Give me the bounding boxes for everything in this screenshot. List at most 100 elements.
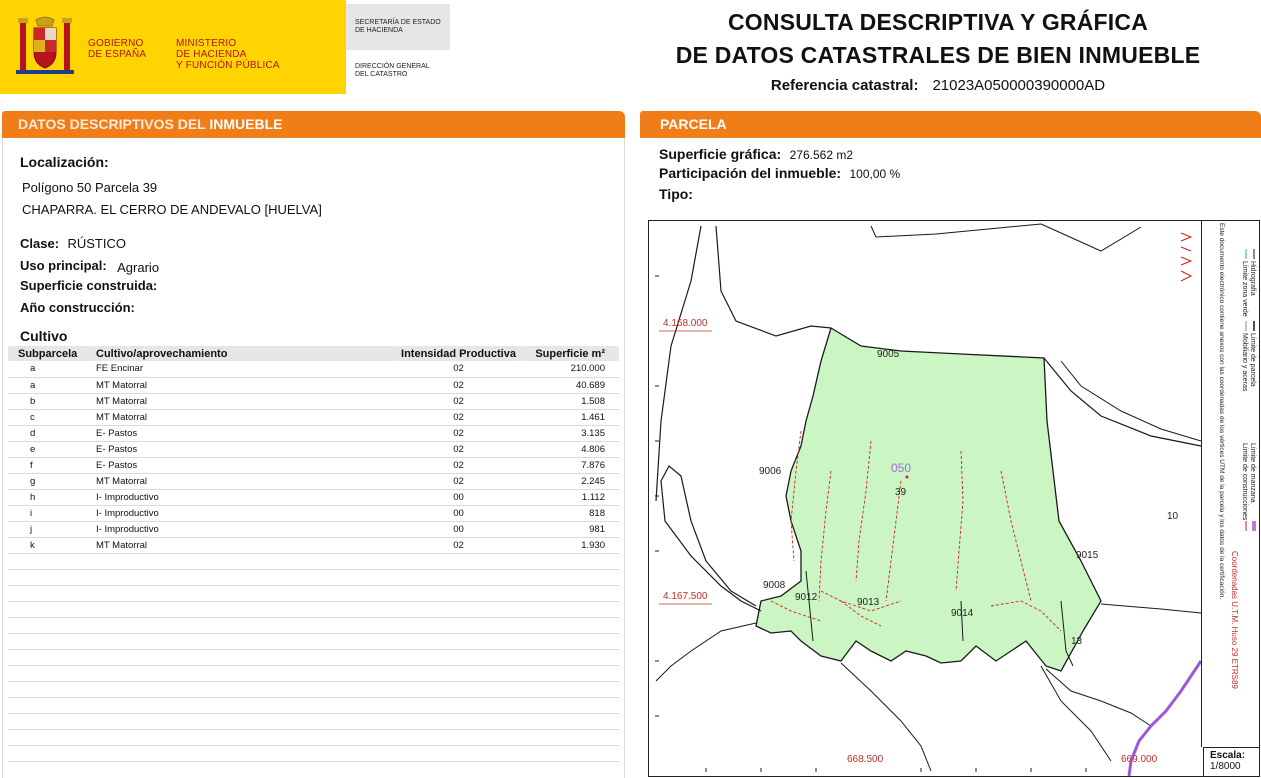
cell-cultivo: MT Matorral <box>96 409 396 426</box>
cultivo-label: Cultivo <box>20 328 68 344</box>
empty-table-row <box>8 729 619 746</box>
ref-label: Referencia catastral: <box>770 77 919 94</box>
cell-intensidad: 02 <box>396 457 521 474</box>
uso-row: Uso principal: Agrario <box>20 258 160 275</box>
cell-cultivo: MT Matorral <box>96 473 396 490</box>
cell-intensidad: 00 <box>396 505 521 522</box>
empty-table-row <box>8 601 619 618</box>
table-row: i I- Improductivo 00 818 <box>8 505 619 522</box>
cell-intensidad: 02 <box>396 537 521 554</box>
section-bar-datos: DATOS DESCRIPTIVOS DEL INMUEBLE <box>2 111 625 138</box>
coord-x2: 669.000 <box>1121 754 1158 765</box>
cell-subparcela: f <box>8 457 96 474</box>
cell-intensidad: 02 <box>396 393 521 410</box>
cell-cultivo: MT Matorral <box>96 377 396 394</box>
col-superficie: Superficie m² <box>521 346 619 361</box>
empty-table-row <box>8 569 619 586</box>
cell-cultivo: E- Pastos <box>96 441 396 458</box>
localizacion-line1: Polígono 50 Parcela 39 <box>22 180 158 195</box>
tipo-label: Tipo: <box>659 186 693 202</box>
table-row: a MT Matorral 02 40.689 <box>8 377 619 394</box>
label-13: 13 <box>1071 636 1083 647</box>
coat-of-arms-icon <box>16 16 74 74</box>
map-drawing: 4.168.000 4.167.500 668.500 669.000 9005… <box>655 223 1203 777</box>
cell-intensidad: 00 <box>396 521 521 538</box>
ministerio-text: MINISTERIO DE HACIENDA Y FUNCIÓN PÚBLICA <box>176 38 280 71</box>
coord-y1: 4.168.000 <box>663 318 708 329</box>
cell-subparcela: j <box>8 521 96 538</box>
svg-text:Límite de construcciones: Límite de construcciones <box>1241 443 1248 521</box>
cell-cultivo: I- Improductivo <box>96 521 396 538</box>
empty-table-row <box>8 697 619 714</box>
cell-intensidad: 02 <box>396 377 521 394</box>
table-row: f E- Pastos 02 7.876 <box>8 457 619 474</box>
poly-label-050: 050 <box>891 461 911 475</box>
empty-table-row <box>8 713 619 730</box>
escala-label: Escala: <box>1210 750 1246 761</box>
cell-intensidad: 02 <box>396 425 521 442</box>
cell-superficie: 4.806 <box>521 441 619 458</box>
cell-intensidad: 02 <box>396 473 521 490</box>
direccion-text: DIRECCIÓN GENERAL DEL CATASTRO <box>355 63 430 78</box>
coord-x1: 668.500 <box>847 754 884 765</box>
table-row: g MT Matorral 02 2.245 <box>8 473 619 490</box>
cell-cultivo: E- Pastos <box>96 425 396 442</box>
cell-superficie: 7.876 <box>521 457 619 474</box>
ref-value: 21023A050000390000AD <box>932 77 1106 94</box>
superficie-construida-label: Superficie construida: <box>20 278 158 293</box>
empty-table-row <box>8 633 619 650</box>
cultivo-table: Subparcela Cultivo/aprovechamiento Inten… <box>8 346 619 762</box>
svg-text:Hidrografía: Hidrografía <box>1249 261 1256 296</box>
empty-table-row <box>8 649 619 666</box>
cell-superficie: 210.000 <box>521 361 619 378</box>
gobierno-text: GOBIERNO DE ESPAÑA <box>88 38 147 60</box>
secretaria-text: SECRETARÍA DE ESTADO DE HACIENDA <box>355 19 441 34</box>
cell-subparcela: d <box>8 425 96 442</box>
table-row: j I- Improductivo 00 981 <box>8 521 619 538</box>
section-bar-parcela: PARCELA <box>640 111 1261 138</box>
cell-intensidad: 00 <box>396 489 521 506</box>
clase-row: Clase: RÚSTICO <box>20 236 126 251</box>
label-9006: 9006 <box>759 466 782 477</box>
table-row: d E- Pastos 02 3.135 <box>8 425 619 442</box>
localizacion-line2: CHAPARRA. EL CERRO DE ANDEVALO [HUELVA] <box>22 202 322 217</box>
cell-subparcela: b <box>8 393 96 410</box>
table-row: e E- Pastos 02 4.806 <box>8 441 619 458</box>
label-9008: 9008 <box>763 580 786 591</box>
cell-subparcela: k <box>8 537 96 554</box>
participacion-row: Participación del inmueble: 100,00 % <box>659 165 901 181</box>
legend-rotated: Hidrografía Límite zona verde Límite de … <box>1202 221 1260 747</box>
table-header-row: Subparcela Cultivo/aprovechamiento Inten… <box>8 346 619 361</box>
cell-cultivo: MT Matorral <box>96 393 396 410</box>
col-cultivo: Cultivo/aprovechamiento <box>96 346 396 361</box>
table-row: b MT Matorral 02 1.508 <box>8 393 619 410</box>
svg-text:Este documento electrónico con: Este documento electrónico contiene anex… <box>1218 223 1225 599</box>
label-9014: 9014 <box>951 608 974 619</box>
cell-intensidad: 02 <box>396 409 521 426</box>
referencia-catastral: Referencia catastral: 21023A050000390000A… <box>640 77 1236 94</box>
cell-cultivo: I- Improductivo <box>96 505 396 522</box>
empty-table-row <box>8 553 619 570</box>
col-subparcela: Subparcela <box>8 346 96 361</box>
north-arrow-icon <box>1180 232 1193 282</box>
cell-subparcela: a <box>8 361 96 378</box>
parcel-label-39: 39 <box>895 487 907 498</box>
table-row: c MT Matorral 02 1.461 <box>8 409 619 426</box>
cell-superficie: 3.135 <box>521 425 619 442</box>
table-row: k MT Matorral 02 1.930 <box>8 537 619 554</box>
empty-table-row <box>8 585 619 602</box>
escala-value: 1/8000 <box>1210 761 1241 772</box>
svg-text:Límite de parcela: Límite de parcela <box>1249 333 1256 387</box>
col-intensidad: Intensidad Productiva <box>396 346 521 361</box>
svg-text:Mobiliario y aceras: Mobiliario y aceras <box>1241 333 1248 392</box>
label-9015: 9015 <box>1076 550 1099 561</box>
label-9005: 9005 <box>877 349 900 360</box>
cell-superficie: 818 <box>521 505 619 522</box>
cell-cultivo: MT Matorral <box>96 537 396 554</box>
cell-superficie: 2.245 <box>521 473 619 490</box>
cadastral-map[interactable]: 4.168.000 4.167.500 668.500 669.000 9005… <box>648 220 1260 777</box>
cell-intensidad: 02 <box>396 441 521 458</box>
table-row: a FE Encinar 02 210.000 <box>8 361 619 378</box>
cell-subparcela: a <box>8 377 96 394</box>
cell-subparcela: e <box>8 441 96 458</box>
